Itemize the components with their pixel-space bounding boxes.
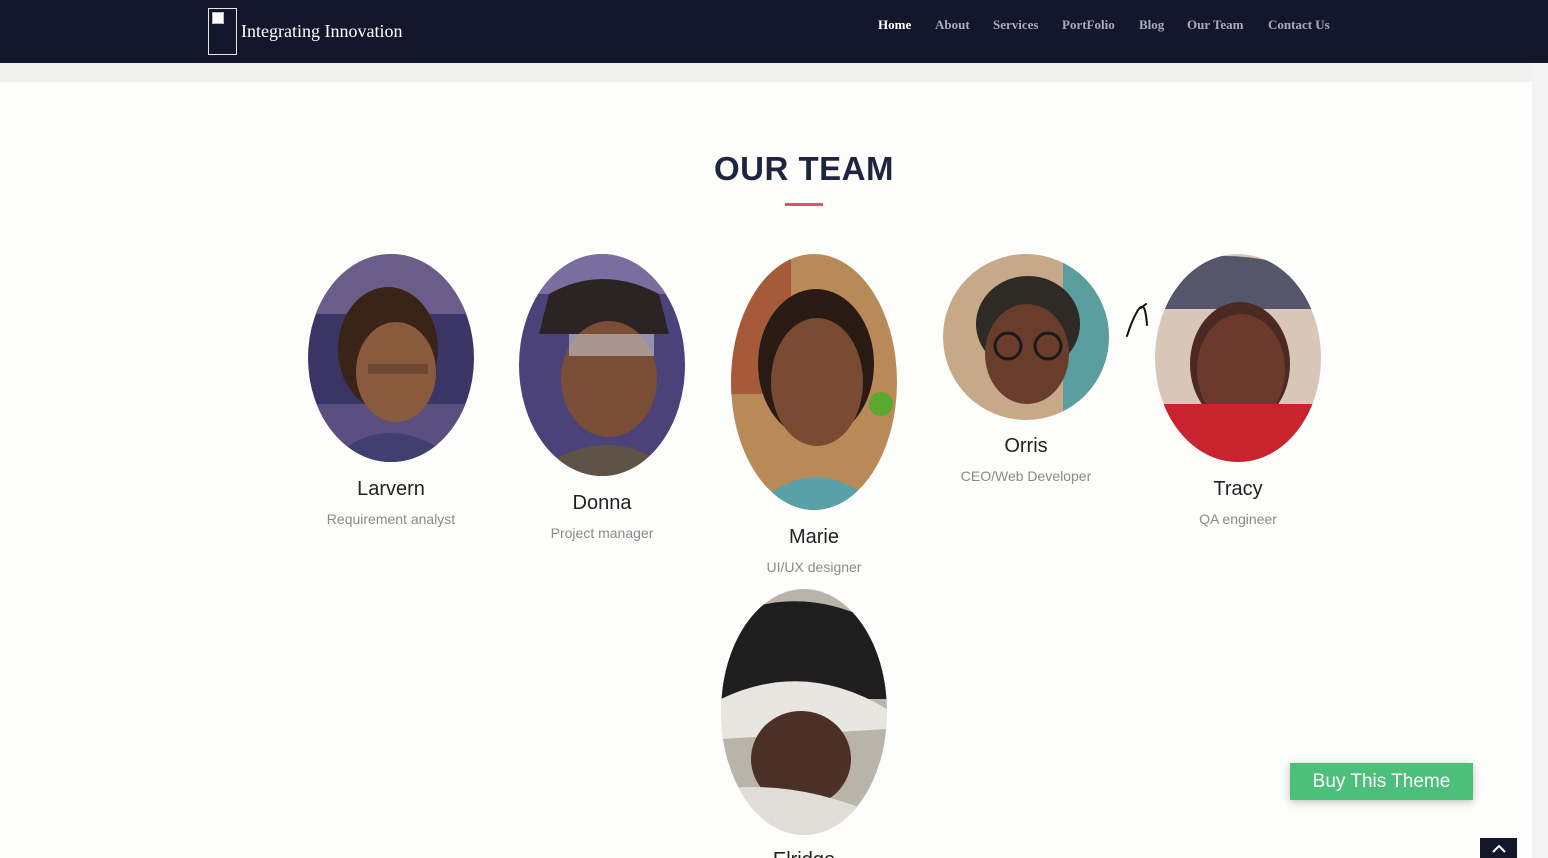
member-name: Marie bbox=[788, 526, 839, 548]
nav-services[interactable]: Services bbox=[993, 17, 1038, 33]
member-name: Donna bbox=[572, 492, 632, 514]
member-name: Tracy bbox=[1213, 478, 1263, 500]
section-title: OUR TEAM bbox=[714, 150, 894, 187]
member-photo bbox=[308, 254, 474, 462]
member-name: Orris bbox=[1004, 435, 1048, 457]
chevron-up-icon bbox=[1491, 844, 1506, 853]
team-member-orris: Orris CEO/Web Developer bbox=[926, 254, 1126, 494]
member-photo bbox=[1155, 254, 1321, 462]
buy-theme-button[interactable]: Buy This Theme bbox=[1290, 763, 1473, 800]
member-photo bbox=[721, 589, 887, 835]
member-role: QA engineer bbox=[1199, 511, 1277, 527]
nav-our-team[interactable]: Our Team bbox=[1187, 17, 1243, 33]
team-member-marie: Marie UI/UX designer bbox=[714, 254, 914, 584]
scroll-to-top-button[interactable] bbox=[1480, 838, 1517, 858]
team-member-elridge: Elridge bbox=[704, 589, 904, 858]
nav-about[interactable]: About bbox=[935, 17, 970, 33]
member-photo bbox=[731, 254, 897, 510]
member-photo bbox=[519, 254, 685, 476]
nav-home[interactable]: Home bbox=[878, 17, 911, 33]
team-member-tracy: Tracy QA engineer bbox=[1138, 254, 1338, 534]
member-role: Project manager bbox=[550, 525, 654, 541]
team-member-larvern: Larvern Requirement analyst bbox=[291, 254, 491, 534]
nav-contact-us[interactable]: Contact Us bbox=[1268, 17, 1330, 33]
team-member-donna: Donna Project manager bbox=[502, 254, 702, 554]
member-role: Requirement analyst bbox=[326, 511, 456, 527]
main-nav: Home About Services PortFolio Blog Our T… bbox=[0, 17, 1548, 37]
member-photo bbox=[943, 254, 1109, 420]
member-role: CEO/Web Developer bbox=[960, 468, 1092, 484]
nav-blog[interactable]: Blog bbox=[1139, 17, 1164, 33]
nav-portfolio[interactable]: PortFolio bbox=[1062, 17, 1115, 33]
pen-scribble-mark bbox=[1126, 303, 1148, 337]
navbar: Integrating Innovation Home About Servic… bbox=[0, 0, 1548, 63]
title-underline bbox=[785, 203, 823, 206]
member-name: Elridge bbox=[704, 849, 904, 858]
member-role: UI/UX designer bbox=[766, 559, 862, 575]
member-name: Larvern bbox=[357, 478, 425, 500]
